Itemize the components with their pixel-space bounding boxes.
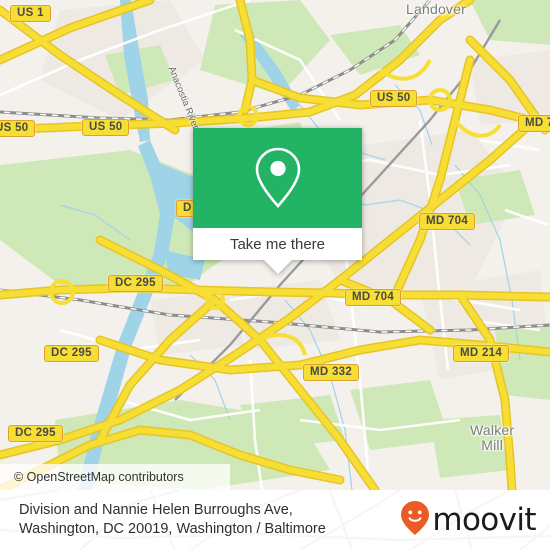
location-popup-card[interactable]: Take me there — [193, 128, 362, 274]
address-line-2: Washington, DC 20019, Washington / Balti… — [19, 521, 326, 537]
shield-us-50-right[interactable]: US 50 — [370, 90, 418, 107]
shield-md-332[interactable]: MD 332 — [303, 364, 360, 381]
popup-tail-pointer — [263, 260, 292, 274]
map-attribution[interactable]: © OpenStreetMap contributors — [0, 464, 230, 490]
shield-dc-295-mid[interactable]: DC 295 — [44, 345, 99, 362]
shield-us-1[interactable]: US 1 — [10, 5, 51, 22]
shield-us-50-left[interactable]: US 50 — [0, 120, 36, 137]
moovit-wordmark: moovit — [432, 501, 536, 538]
take-me-there-label: Take me there — [229, 235, 326, 253]
location-address: Division and Nannie Helen Burroughs Ave,… — [19, 501, 326, 539]
take-me-there-button[interactable]: Take me there — [193, 228, 362, 260]
map-canvas[interactable]: Landover Walker Mill Anacostia River US … — [0, 0, 550, 490]
map-screenshot: Landover Walker Mill Anacostia River US … — [0, 0, 550, 550]
shield-dc-295-top[interactable]: DC 295 — [108, 275, 163, 292]
address-line-1: Division and Nannie Helen Burroughs Ave, — [19, 502, 293, 518]
moovit-logo[interactable]: moovit — [400, 500, 537, 541]
popup-pin-area — [193, 128, 362, 228]
footer-bar: Division and Nannie Helen Burroughs Ave,… — [0, 490, 550, 550]
shield-dc-295-low[interactable]: DC 295 — [8, 425, 63, 442]
shield-md-704-low[interactable]: MD 704 — [345, 289, 402, 306]
shield-md-704-mid[interactable]: MD 704 — [419, 213, 476, 230]
attribution-text: © OpenStreetMap contributors — [14, 470, 184, 484]
shield-md-214[interactable]: MD 214 — [453, 345, 510, 362]
location-pin-icon — [250, 143, 306, 213]
moovit-smiley-pin-icon — [400, 500, 430, 541]
shield-us-50-mid[interactable]: US 50 — [82, 119, 130, 136]
shield-md-704-edge[interactable]: MD 704 — [518, 115, 550, 132]
